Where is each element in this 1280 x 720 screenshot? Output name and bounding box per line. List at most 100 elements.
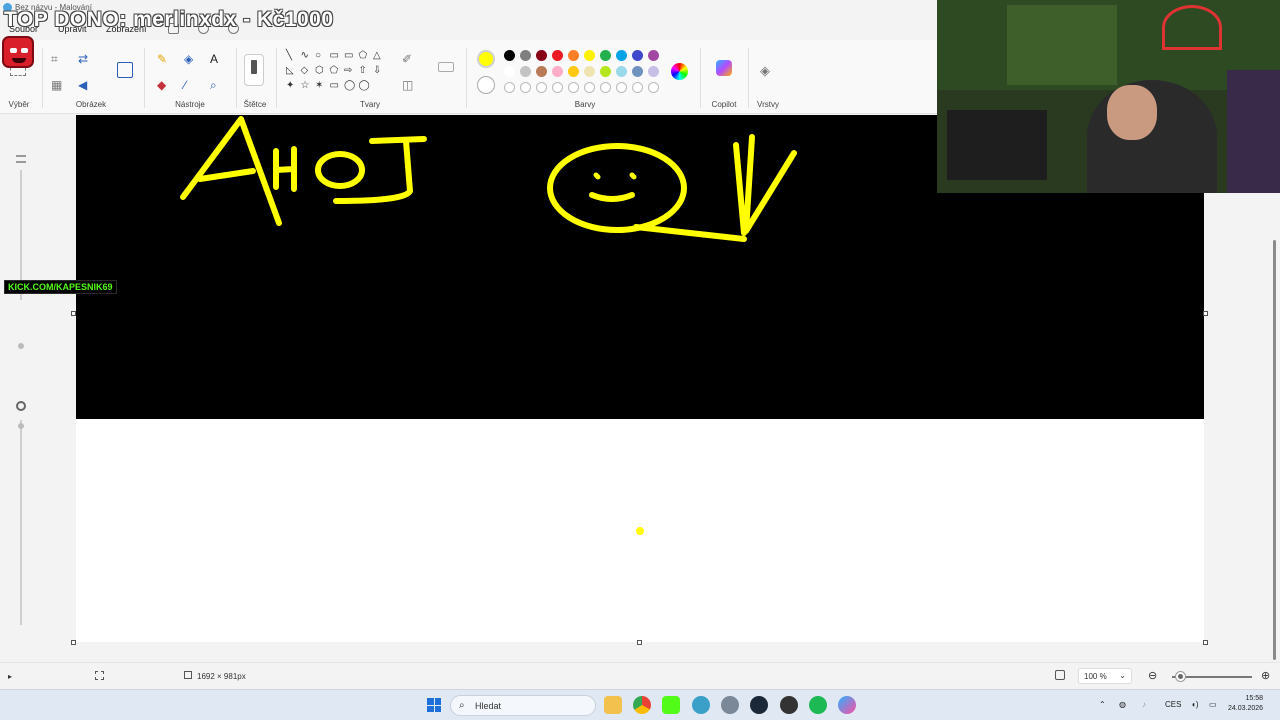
shape-option-icon[interactable]: ⇩ [373, 65, 381, 77]
pencil-icon[interactable]: ✎ [157, 52, 167, 66]
image-select-icon[interactable] [117, 62, 133, 78]
color-swatch[interactable] [600, 66, 611, 77]
secondary-color-swatch[interactable] [477, 76, 495, 94]
zoom-slider-thumb[interactable] [1176, 672, 1185, 681]
spotify-icon[interactable] [809, 696, 827, 714]
outline-icon[interactable]: ✐ [402, 52, 412, 66]
eraser-icon[interactable]: ◆ [157, 78, 166, 92]
color-swatch[interactable] [584, 66, 595, 77]
custom-color-slot[interactable] [584, 82, 595, 93]
resize-handle[interactable] [71, 640, 76, 645]
resize-icon[interactable]: ⇄ [78, 52, 88, 66]
color-swatch[interactable] [552, 50, 563, 61]
crop-icon[interactable]: ⌗ [51, 52, 58, 66]
color-swatch[interactable] [616, 50, 627, 61]
remove-background-icon[interactable]: ▦ [51, 78, 62, 92]
shape-option-icon[interactable]: ☆ [301, 80, 310, 92]
custom-color-slot[interactable] [632, 82, 643, 93]
brushes-button[interactable] [244, 54, 264, 86]
shape-option-icon[interactable]: ⬠ [330, 65, 339, 77]
color-swatch[interactable] [616, 66, 627, 77]
shape-option-icon[interactable]: ▭ [330, 50, 339, 62]
clock[interactable]: 15:58 24.03.2026 [1228, 694, 1263, 714]
resize-handle[interactable] [1203, 640, 1208, 645]
shape-option-icon[interactable]: ◇ [301, 65, 309, 77]
shape-option-icon[interactable]: ⬡ [315, 65, 324, 77]
color-swatch[interactable] [632, 50, 643, 61]
zoom-out-icon[interactable]: ⊖ [1148, 669, 1157, 682]
shape-option-icon[interactable]: ◯ [344, 80, 355, 92]
shape-option-icon[interactable]: ▭ [330, 80, 339, 92]
custom-color-slot[interactable] [536, 82, 547, 93]
opacity-slider[interactable] [20, 420, 22, 625]
custom-color-slot[interactable] [504, 82, 515, 93]
volume-icon[interactable]: ◖) [1191, 700, 1199, 709]
shape-option-icon[interactable]: ⇨ [344, 65, 352, 77]
fill-bucket-icon[interactable]: ◈ [184, 52, 193, 66]
custom-color-slot[interactable] [616, 82, 627, 93]
settings-icon[interactable] [721, 696, 739, 714]
color-swatch[interactable] [648, 50, 659, 61]
shape-option-icon[interactable]: ✶ [315, 80, 323, 92]
resize-handle[interactable] [1203, 311, 1208, 316]
shape-option-icon[interactable]: ⬠ [359, 50, 368, 62]
slider-thumb[interactable] [18, 343, 24, 349]
magnifier-icon[interactable]: ⌕ [210, 78, 217, 92]
shape-option-icon[interactable]: ◯ [359, 80, 370, 92]
slider-thumb[interactable] [18, 423, 24, 429]
group-label-copilot[interactable]: Copilot [704, 100, 744, 109]
shape-option-icon[interactable]: ⇧ [359, 65, 367, 77]
steam-icon[interactable] [750, 696, 768, 714]
shape-option-icon[interactable]: ▭ [344, 50, 353, 62]
fit-to-window-icon[interactable] [1055, 670, 1065, 680]
shape-option-icon[interactable]: △ [373, 50, 381, 62]
chrome-icon[interactable] [633, 696, 651, 714]
file-explorer-icon[interactable] [604, 696, 622, 714]
rotate-icon[interactable]: ◀ [78, 78, 87, 92]
color-swatch[interactable] [584, 50, 595, 61]
custom-color-slot[interactable] [552, 82, 563, 93]
color-swatch[interactable] [536, 66, 547, 77]
shape-fill-icon[interactable]: ◫ [402, 78, 413, 92]
zoom-in-icon[interactable]: ⊕ [1261, 669, 1270, 682]
vertical-scrollbar[interactable] [1273, 240, 1276, 660]
layers-icon[interactable]: ◈ [760, 64, 770, 78]
obs-icon[interactable] [780, 696, 798, 714]
color-swatch[interactable] [520, 50, 531, 61]
color-swatch[interactable] [632, 66, 643, 77]
custom-color-slot[interactable] [648, 82, 659, 93]
color-swatch[interactable] [536, 50, 547, 61]
resize-handle[interactable] [71, 311, 76, 316]
start-button[interactable] [427, 698, 441, 712]
custom-color-slot[interactable] [568, 82, 579, 93]
shape-option-icon[interactable]: ✦ [286, 80, 294, 92]
primary-color-swatch[interactable] [477, 50, 495, 68]
kick-icon[interactable] [662, 696, 680, 714]
size-icon[interactable] [438, 62, 454, 72]
edit-colors-icon[interactable] [671, 63, 688, 80]
paint-taskbar-icon[interactable] [838, 696, 856, 714]
color-swatch[interactable] [504, 66, 515, 77]
color-swatch[interactable] [552, 66, 563, 77]
color-swatch[interactable] [648, 66, 659, 77]
language-indicator[interactable]: CES [1165, 700, 1181, 709]
color-swatch[interactable] [600, 50, 611, 61]
browser-icon[interactable] [692, 696, 710, 714]
color-swatch[interactable] [504, 50, 515, 61]
custom-color-slot[interactable] [600, 82, 611, 93]
shape-option-icon[interactable]: ○ [315, 50, 321, 62]
shape-option-icon[interactable]: ◺ [286, 65, 294, 77]
microphone-icon[interactable]: ♪ [1142, 700, 1146, 709]
battery-icon[interactable]: ▭ [1209, 700, 1217, 709]
color-swatch[interactable] [568, 66, 579, 77]
resize-handle[interactable] [637, 640, 642, 645]
copilot-icon[interactable] [716, 60, 732, 76]
drawing-canvas[interactable] [76, 115, 1204, 642]
shape-option-icon[interactable]: ∿ [301, 50, 309, 62]
zoom-select[interactable]: 100 % ⌄ [1078, 668, 1132, 684]
shape-option-icon[interactable]: ╲ [286, 50, 292, 62]
text-tool-icon[interactable]: A [210, 52, 218, 66]
group-label-layers[interactable]: Vrstvy [750, 100, 786, 109]
color-picker-icon[interactable]: ⁄ [184, 78, 186, 92]
taskbar-search[interactable]: ⌕ Hledat [450, 695, 596, 716]
